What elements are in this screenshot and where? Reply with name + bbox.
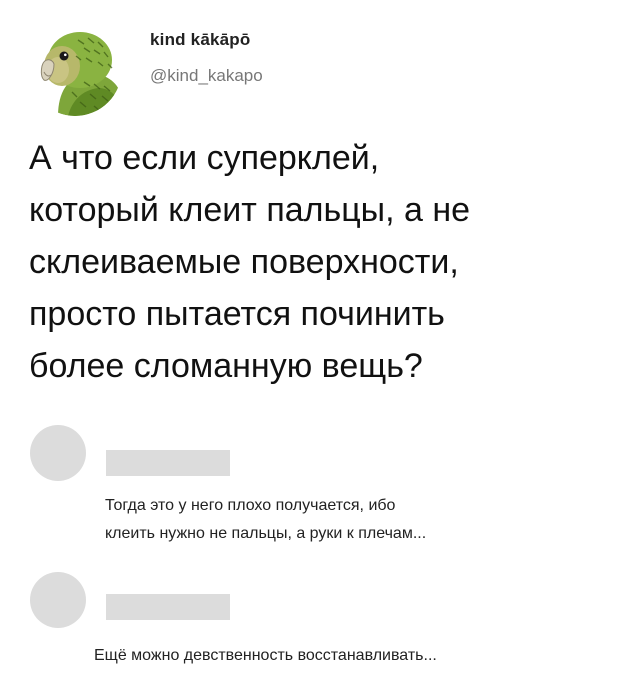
reply-text-line: Ещё можно девственность восстанавливать.…	[94, 647, 437, 664]
tweet-text-line: склеиваемые поверхности,	[29, 243, 459, 281]
reply-avatar-placeholder	[30, 572, 86, 628]
reply-name-placeholder	[106, 594, 230, 620]
reply-name-placeholder	[106, 450, 230, 476]
reply-text: Ещё можно девственность восстанавливать.…	[94, 642, 437, 670]
author-display-name[interactable]: kind kākāpō	[150, 30, 250, 50]
tweet-text: А что если суперклей, который клеит паль…	[29, 132, 589, 392]
kakapo-avatar-icon[interactable]	[28, 22, 122, 116]
reply-text-line: Тогда это у него плохо получается, ибо	[105, 497, 396, 514]
kakapo-parrot-icon	[28, 22, 122, 116]
author-handle[interactable]: @kind_kakapo	[150, 66, 263, 86]
reply-text: Тогда это у него плохо получается, ибо к…	[105, 492, 426, 548]
reply-avatar-placeholder	[30, 425, 86, 481]
tweet-text-line: который клеит пальцы, а не	[29, 191, 471, 229]
tweet-header: kind kākāpō @kind_kakapo	[28, 22, 588, 116]
tweet-text-line: более сломанную вещь?	[29, 347, 423, 385]
tweet-text-line: А что если суперклей,	[29, 139, 380, 177]
reply-text-line: клеить нужно не пальцы, а руки к плечам.…	[105, 525, 427, 542]
tweet-text-line: просто пытается починить	[29, 295, 445, 333]
